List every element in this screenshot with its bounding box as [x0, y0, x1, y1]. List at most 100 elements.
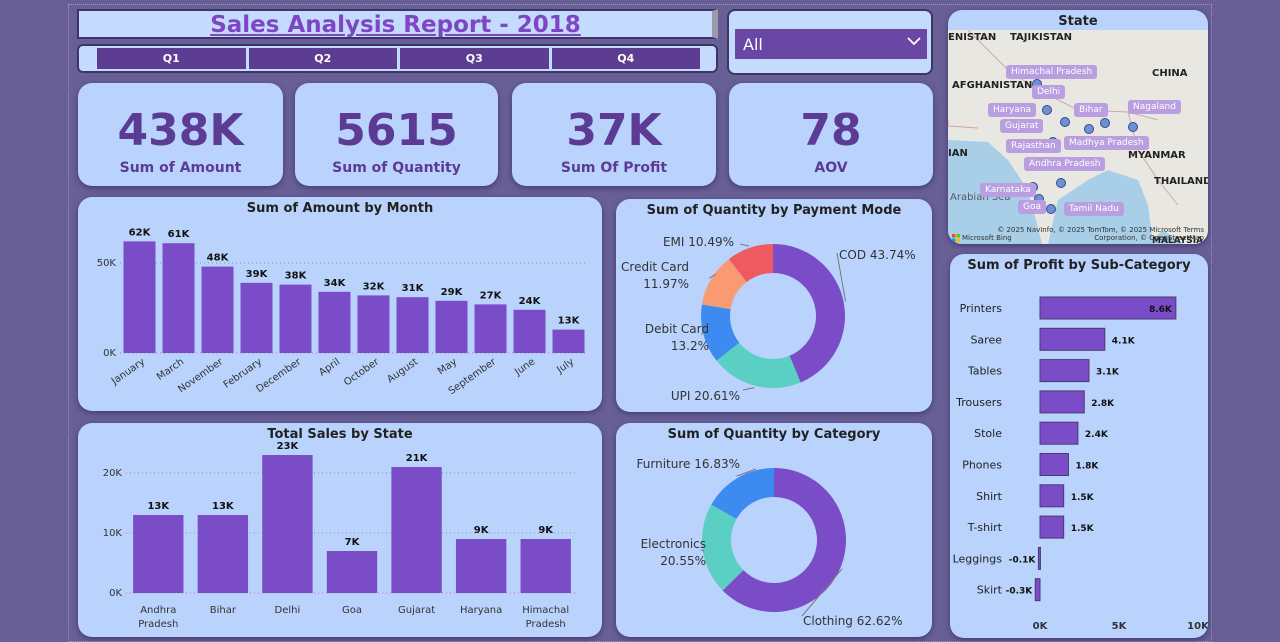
map-marker[interactable]: [1046, 204, 1056, 214]
x-tick-label: August: [385, 356, 420, 385]
x-tick-label: November: [176, 356, 226, 395]
data-label: 9K: [538, 525, 554, 536]
data-label: 1.5K: [1071, 493, 1095, 503]
y-tick-label: Printers: [960, 302, 1003, 315]
category-donut: Clothing 62.62% Electronics 20.55% Furnitur…: [637, 457, 903, 628]
quarter-button-q1[interactable]: Q1: [97, 48, 246, 69]
bar: [474, 304, 507, 353]
map-credit-line: © 2025 NavInfo, © 2025 TomTom, © 2025 Mi…: [997, 226, 1204, 234]
kpi-card-aov: 78 AOV: [729, 83, 933, 186]
bar: [1039, 484, 1065, 508]
kpi-label: Sum of Amount: [119, 160, 242, 176]
data-label: 29K: [441, 287, 464, 298]
bar: [1039, 390, 1085, 414]
report-title-box: Sales Analysis Report - 2018: [77, 9, 718, 39]
data-label: 2.8K: [1091, 399, 1115, 409]
map-marker[interactable]: [1100, 118, 1110, 128]
quarter-slicer: Q1 Q2 Q3 Q4: [77, 44, 718, 73]
state-map-card: State TAJIKISTAN CHINA AFGHANISTAN MYANM…: [948, 10, 1208, 244]
y-tick-label: Saree: [970, 333, 1002, 346]
bar: [455, 539, 507, 593]
kpi-label: Sum Of Profit: [560, 160, 668, 176]
quarter-button-q3[interactable]: Q3: [400, 48, 549, 69]
x-tick-label: Himachal: [522, 605, 569, 616]
data-label: 27K: [480, 290, 503, 301]
quarter-button-q2[interactable]: Q2: [248, 48, 397, 69]
filter-dropdown[interactable]: All: [735, 29, 927, 59]
bar: [1037, 546, 1041, 570]
data-label: 13K: [212, 501, 235, 512]
kpi-card-quantity: 5615 Sum of Quantity: [295, 83, 498, 186]
slice-label: 20.55%: [660, 554, 706, 568]
bar: [162, 243, 195, 353]
x-tick-label: January: [109, 356, 147, 387]
data-label: 1.8K: [1075, 462, 1099, 472]
slice-label: EMI 10.49%: [663, 235, 734, 249]
map-title: State: [1058, 14, 1098, 29]
amount-by-month-chart: 0K50K62KJanuary61KMarch48KNovember39KFeb…: [97, 227, 588, 397]
data-label: 38K: [285, 271, 308, 282]
bar: [240, 282, 273, 353]
bar: [513, 309, 546, 353]
y-tick-label: Stole: [974, 427, 1002, 440]
y-tick-label: Trousers: [955, 396, 1002, 409]
bar: [1039, 515, 1065, 539]
map-label: Tamil Nadu: [1064, 202, 1124, 216]
map-credit-line: Corporation, © OpenStreetMap: [1094, 234, 1204, 242]
data-label: 23K: [277, 441, 300, 452]
bar: [357, 295, 390, 353]
map-attribution[interactable]: © 2025 NavInfo, © 2025 TomTom, © 2025 Mi…: [997, 226, 1204, 242]
x-tick-label: March: [155, 356, 186, 382]
slice-label: 13.2%: [671, 339, 709, 353]
bar: [552, 329, 585, 353]
map-label: Himachal Pradesh: [1006, 65, 1098, 79]
quarter-button-q4[interactable]: Q4: [551, 48, 700, 69]
map-marker[interactable]: [1042, 105, 1052, 115]
x-tick-label: June: [512, 356, 537, 378]
map-marker[interactable]: [1084, 124, 1094, 134]
map-marker[interactable]: [1056, 178, 1066, 188]
data-label: 62K: [129, 227, 152, 238]
chart-card-sales-by-state: Total Sales by State 0K 10K 20K 13K Andhra Pr…: [78, 423, 602, 637]
x-tick-label: Haryana: [460, 605, 502, 616]
bar: [262, 455, 313, 593]
data-label: 61K: [168, 229, 191, 240]
state-map[interactable]: TAJIKISTAN CHINA AFGHANISTAN MYANMAR THA…: [948, 30, 1208, 244]
x-tick-label: Andhra: [140, 605, 176, 616]
data-label: 31K: [402, 283, 425, 294]
map-label: Haryana: [988, 103, 1037, 117]
map-label: Gujarat: [1000, 119, 1044, 133]
x-tick-label: October: [342, 356, 382, 388]
chevron-down-icon: [907, 37, 921, 46]
x-tick-label: Pradesh: [526, 619, 566, 630]
slice-label: Electronics: [641, 537, 706, 551]
x-tick-label: May: [436, 356, 459, 377]
bing-logo: Microsoft Bing: [952, 234, 1012, 242]
bar: [201, 266, 234, 353]
slice-label: Credit Card: [621, 260, 689, 274]
filter-slicer: All: [727, 9, 933, 75]
slice-label: Debit Card: [645, 322, 709, 336]
data-label: 4.1K: [1112, 336, 1136, 346]
map-place: IAN: [948, 148, 968, 159]
report-title: Sales Analysis Report - 2018: [210, 12, 581, 38]
data-label: 32K: [363, 281, 386, 292]
data-label: 13K: [147, 501, 170, 512]
map-marker[interactable]: [1060, 117, 1070, 127]
x-tick-label: Pradesh: [138, 619, 178, 630]
data-label: 9K: [474, 525, 490, 536]
kpi-value: 37K: [566, 105, 662, 156]
kpi-value: 5615: [335, 105, 458, 156]
bar: [1039, 453, 1069, 476]
slice-label: UPI 20.61%: [671, 389, 740, 403]
bar: [133, 515, 184, 593]
y-tick-label: 10K: [103, 528, 123, 539]
map-place: CHINA: [1152, 68, 1188, 79]
map-place: TAJIKISTAN: [1010, 32, 1073, 43]
sales-by-state-chart: 0K 10K 20K 13K Andhra Pradesh 13K Bihar 23K Delhi…: [103, 441, 578, 630]
x-tick-label: 5K: [1112, 621, 1128, 632]
map-place: THAILAND: [1154, 176, 1208, 187]
filter-dropdown-value: All: [743, 35, 763, 54]
bar: [318, 291, 351, 353]
map-marker[interactable]: [1128, 122, 1138, 132]
